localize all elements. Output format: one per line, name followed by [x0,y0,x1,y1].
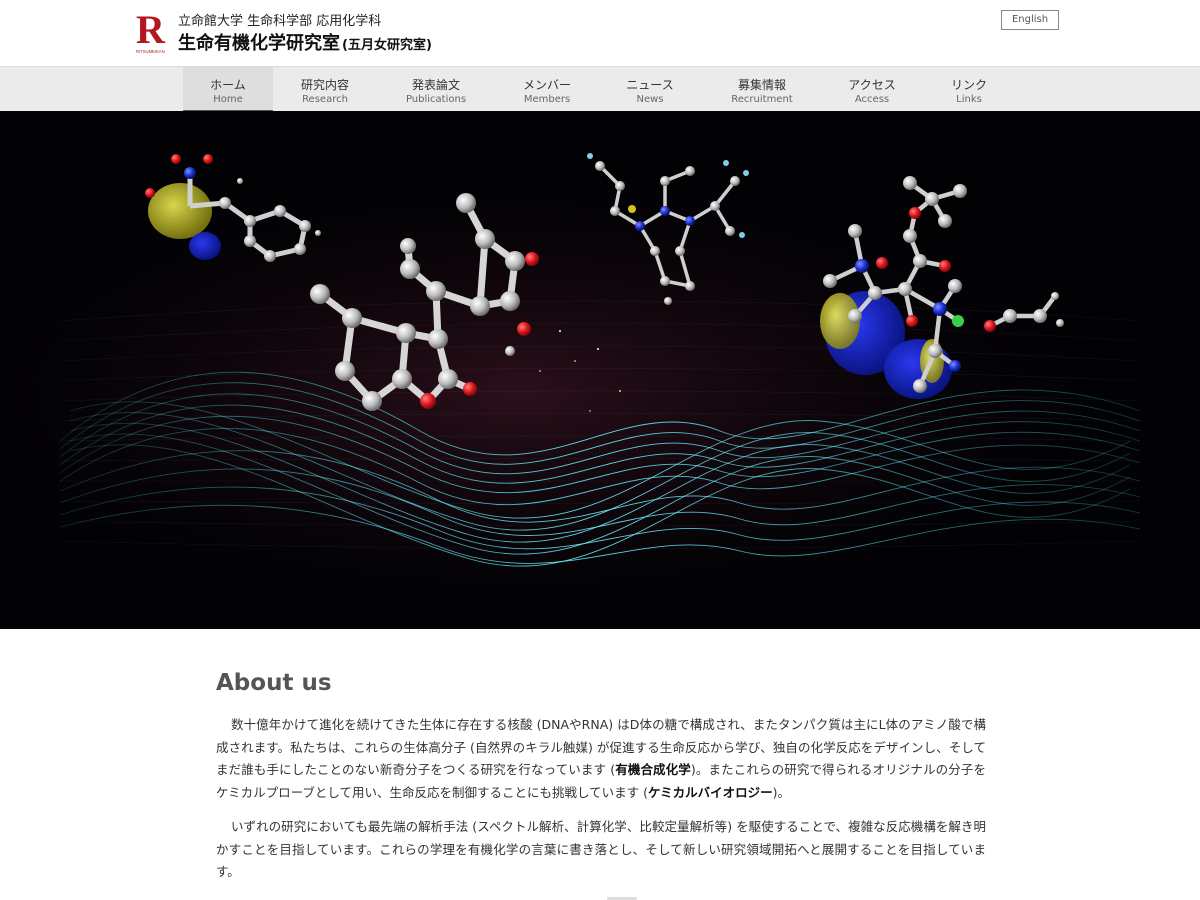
nav-recruitment-jp: 募集情報 [737,78,786,92]
nav-links-jp: リンク [950,78,987,92]
nav-publications[interactable]: 発表論文 Publications [391,67,481,112]
nav-research-en: Research [302,94,348,105]
nav-home-jp: ホーム [210,78,246,92]
about-p1-bold-chemical-biology: ケミカルバイオロジー [647,784,773,800]
about-section: About us 数十億年かけて進化を続けてきた生体に存在する核酸 (DNAやR… [216,670,986,896]
main-nav: ホーム Home 研究内容 Research 発表論文 Publications… [0,66,1200,112]
about-p1-bold-organic-synthesis: 有機合成化学 [615,762,691,777]
ritsumeikan-logo[interactable]: R RITSUMEIKAN [136,9,168,55]
nav-access-en: Access [854,94,890,105]
svg-text:RITSUMEIKAN: RITSUMEIKAN [136,49,165,54]
nav-access[interactable]: アクセス Access [827,67,917,112]
nav-members-jp: メンバー [522,78,571,92]
nav-home[interactable]: ホーム Home [183,67,273,112]
hero-banner [0,111,1200,629]
nav-home-en: Home [213,94,243,105]
nav-links-en: Links [956,94,982,105]
nav-publications-en: Publications [405,94,467,105]
nav-links[interactable]: リンク Links [924,67,1014,112]
nav-research[interactable]: 研究内容 Research [280,67,370,112]
nav-research-jp: 研究内容 [300,78,349,92]
nav-recruitment-en: Recruitment [731,94,793,105]
site-header: R RITSUMEIKAN 立命館大学 生命科学部 応用化学科 生命有機化学研究… [0,0,1200,66]
lab-subtitle: (五月女研究室) [342,38,432,53]
svg-text:R: R [136,9,166,52]
lab-title[interactable]: 生命有機化学研究室 (五月女研究室) [178,29,432,55]
lab-name: 生命有機化学研究室 [178,33,340,54]
nav-access-jp: アクセス [848,78,896,92]
about-paragraph-2: いずれの研究においても最先端の解析手法 (スペクトル解析、計算化学、比較定量解析… [216,819,986,879]
hero-molecules-illustration [0,111,1200,629]
nav-publications-jp: 発表論文 [411,78,460,92]
nav-recruitment[interactable]: 募集情報 Recruitment [714,67,810,112]
about-p1-text-d: )。 [772,784,791,800]
english-button[interactable]: English [1001,10,1059,30]
nav-members[interactable]: メンバー Members [502,67,592,112]
nav-news[interactable]: ニュース News [605,67,695,112]
about-paragraph-1: 数十億年かけて進化を続けてきた生体に存在する核酸 (DNAやRNA) はD体の糖… [216,714,986,804]
nav-news-jp: ニュース [626,78,674,92]
university-department: 立命館大学 生命科学部 応用化学科 [178,14,382,29]
nav-members-en: Members [523,94,571,105]
nav-news-en: News [636,94,664,105]
about-title: About us [216,670,332,696]
